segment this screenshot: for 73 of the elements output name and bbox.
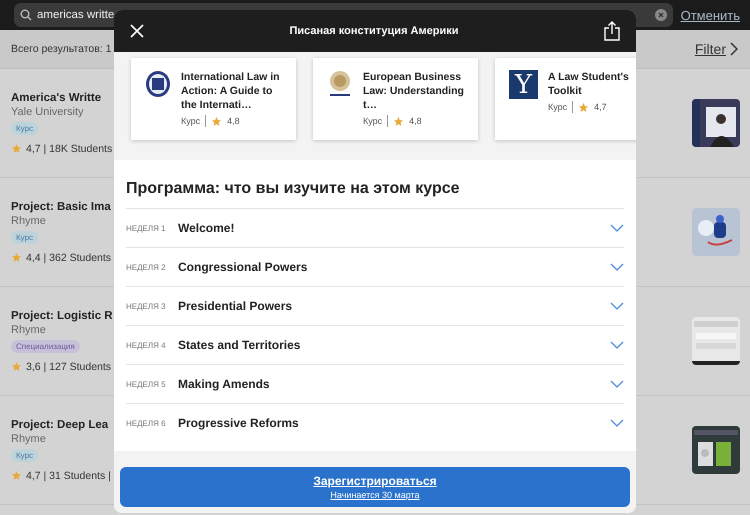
star-icon bbox=[11, 252, 22, 263]
week-title: Progressive Reforms bbox=[178, 416, 300, 430]
course-type: Курс bbox=[548, 102, 568, 112]
related-course-card[interactable]: European Business Law: Understanding t… Курс 4,8 bbox=[313, 58, 478, 140]
course-provider: Rhyme bbox=[11, 324, 46, 336]
course-rating: 4,8 bbox=[227, 116, 240, 126]
week-title: States and Territories bbox=[178, 338, 302, 352]
week-row[interactable]: НЕДЕЛЯ 4 States and Territories bbox=[126, 325, 624, 364]
week-row[interactable]: НЕДЕЛЯ 6 Progressive Reforms bbox=[126, 403, 624, 442]
clear-icon[interactable] bbox=[654, 9, 667, 21]
week-title: Welcome! bbox=[178, 221, 236, 235]
search-icon bbox=[20, 9, 32, 21]
week-label: НЕДЕЛЯ 6 bbox=[126, 418, 167, 428]
course-title: America's Writte bbox=[11, 92, 102, 104]
course-title: Project: Deep Lea bbox=[11, 418, 108, 430]
star-icon bbox=[11, 361, 22, 372]
star-icon bbox=[578, 102, 590, 112]
week-label: НЕДЕЛЯ 3 bbox=[126, 302, 167, 310]
close-button[interactable] bbox=[130, 24, 144, 38]
course-stats: 4,7 | 18K Students bbox=[26, 142, 112, 154]
syllabus-heading: Программа: что вы изучите на этом курсе bbox=[126, 180, 461, 198]
week-row[interactable]: НЕДЕЛЯ 5 Making Amends bbox=[126, 364, 624, 403]
university-logo: Y bbox=[509, 70, 538, 99]
course-rating: 4,7 bbox=[594, 102, 607, 112]
seal-logo bbox=[327, 70, 353, 98]
cancel-link[interactable]: Отменить bbox=[680, 8, 740, 22]
week-row[interactable]: НЕДЕЛЯ 2 Congressional Powers bbox=[126, 247, 624, 286]
course-stats: 4,7 | 31 Students | bbox=[26, 470, 111, 482]
course-stats: 4,4 | 362 Students bbox=[26, 252, 112, 264]
week-row[interactable]: НЕДЕЛЯ 3 Presidential Powers bbox=[126, 286, 624, 325]
week-label: НЕДЕЛЯ 1 bbox=[126, 224, 167, 232]
course-tag: Специализация bbox=[11, 340, 80, 352]
chevron-icon bbox=[730, 42, 738, 56]
star-icon bbox=[393, 116, 404, 126]
course-type: Курс bbox=[363, 116, 382, 126]
course-rating: 4,8 bbox=[409, 116, 422, 126]
star-icon bbox=[211, 116, 222, 126]
chevron-icon bbox=[610, 380, 624, 388]
course-title: Project: Basic Ima bbox=[11, 200, 111, 212]
week-title: Congressional Powers bbox=[178, 260, 308, 274]
week-title: Making Amends bbox=[178, 377, 271, 391]
enroll-button[interactable]: Зарегистрироваться Начинается 30 марта bbox=[120, 467, 630, 507]
week-label: НЕДЕЛЯ 4 bbox=[126, 340, 167, 350]
course-tag: Курс bbox=[11, 122, 38, 134]
modal-title: Писаная конституция Америки bbox=[290, 25, 458, 37]
chevron-icon bbox=[610, 341, 624, 349]
week-label: НЕДЕЛЯ 5 bbox=[126, 380, 167, 388]
chevron-icon bbox=[610, 263, 624, 271]
week-title: Presidential Powers bbox=[178, 299, 294, 313]
course-type: Курс bbox=[181, 116, 200, 126]
related-course-title: European Business Law: Understanding t… bbox=[363, 70, 465, 112]
course-stats: 3,6 | 127 Students bbox=[26, 360, 112, 372]
course-tag: Курс bbox=[11, 230, 38, 244]
seal-logo bbox=[145, 70, 171, 98]
course-provider: Rhyme bbox=[11, 214, 46, 226]
course-title: Project: Logistic R bbox=[11, 310, 113, 322]
results-count: Всего результатов: 1 bbox=[11, 43, 112, 55]
related-course-card[interactable]: Y A Law Student's Toolkit Курс 4,7 bbox=[495, 58, 636, 140]
related-course-title: A Law Student's Toolkit bbox=[548, 70, 630, 98]
chevron-icon bbox=[610, 224, 624, 232]
course-provider: Yale University bbox=[11, 106, 84, 118]
week-label: НЕДЕЛЯ 2 bbox=[126, 262, 167, 272]
filter-link[interactable]: Filter bbox=[694, 41, 738, 57]
chevron-icon bbox=[610, 302, 624, 310]
course-tag: Курс bbox=[11, 448, 38, 462]
related-course-card[interactable]: International Law in Action: A Guide to the Internati… Курс 4,8 bbox=[131, 58, 296, 140]
chevron-icon bbox=[610, 419, 624, 427]
course-provider: Rhyme bbox=[11, 432, 46, 444]
share-button[interactable] bbox=[604, 21, 620, 41]
star-icon bbox=[11, 470, 22, 481]
week-row[interactable]: НЕДЕЛЯ 1 Welcome! bbox=[126, 208, 624, 247]
star-icon bbox=[11, 143, 22, 154]
related-course-title: International Law in Action: A Guide to the Internati… bbox=[181, 70, 281, 112]
